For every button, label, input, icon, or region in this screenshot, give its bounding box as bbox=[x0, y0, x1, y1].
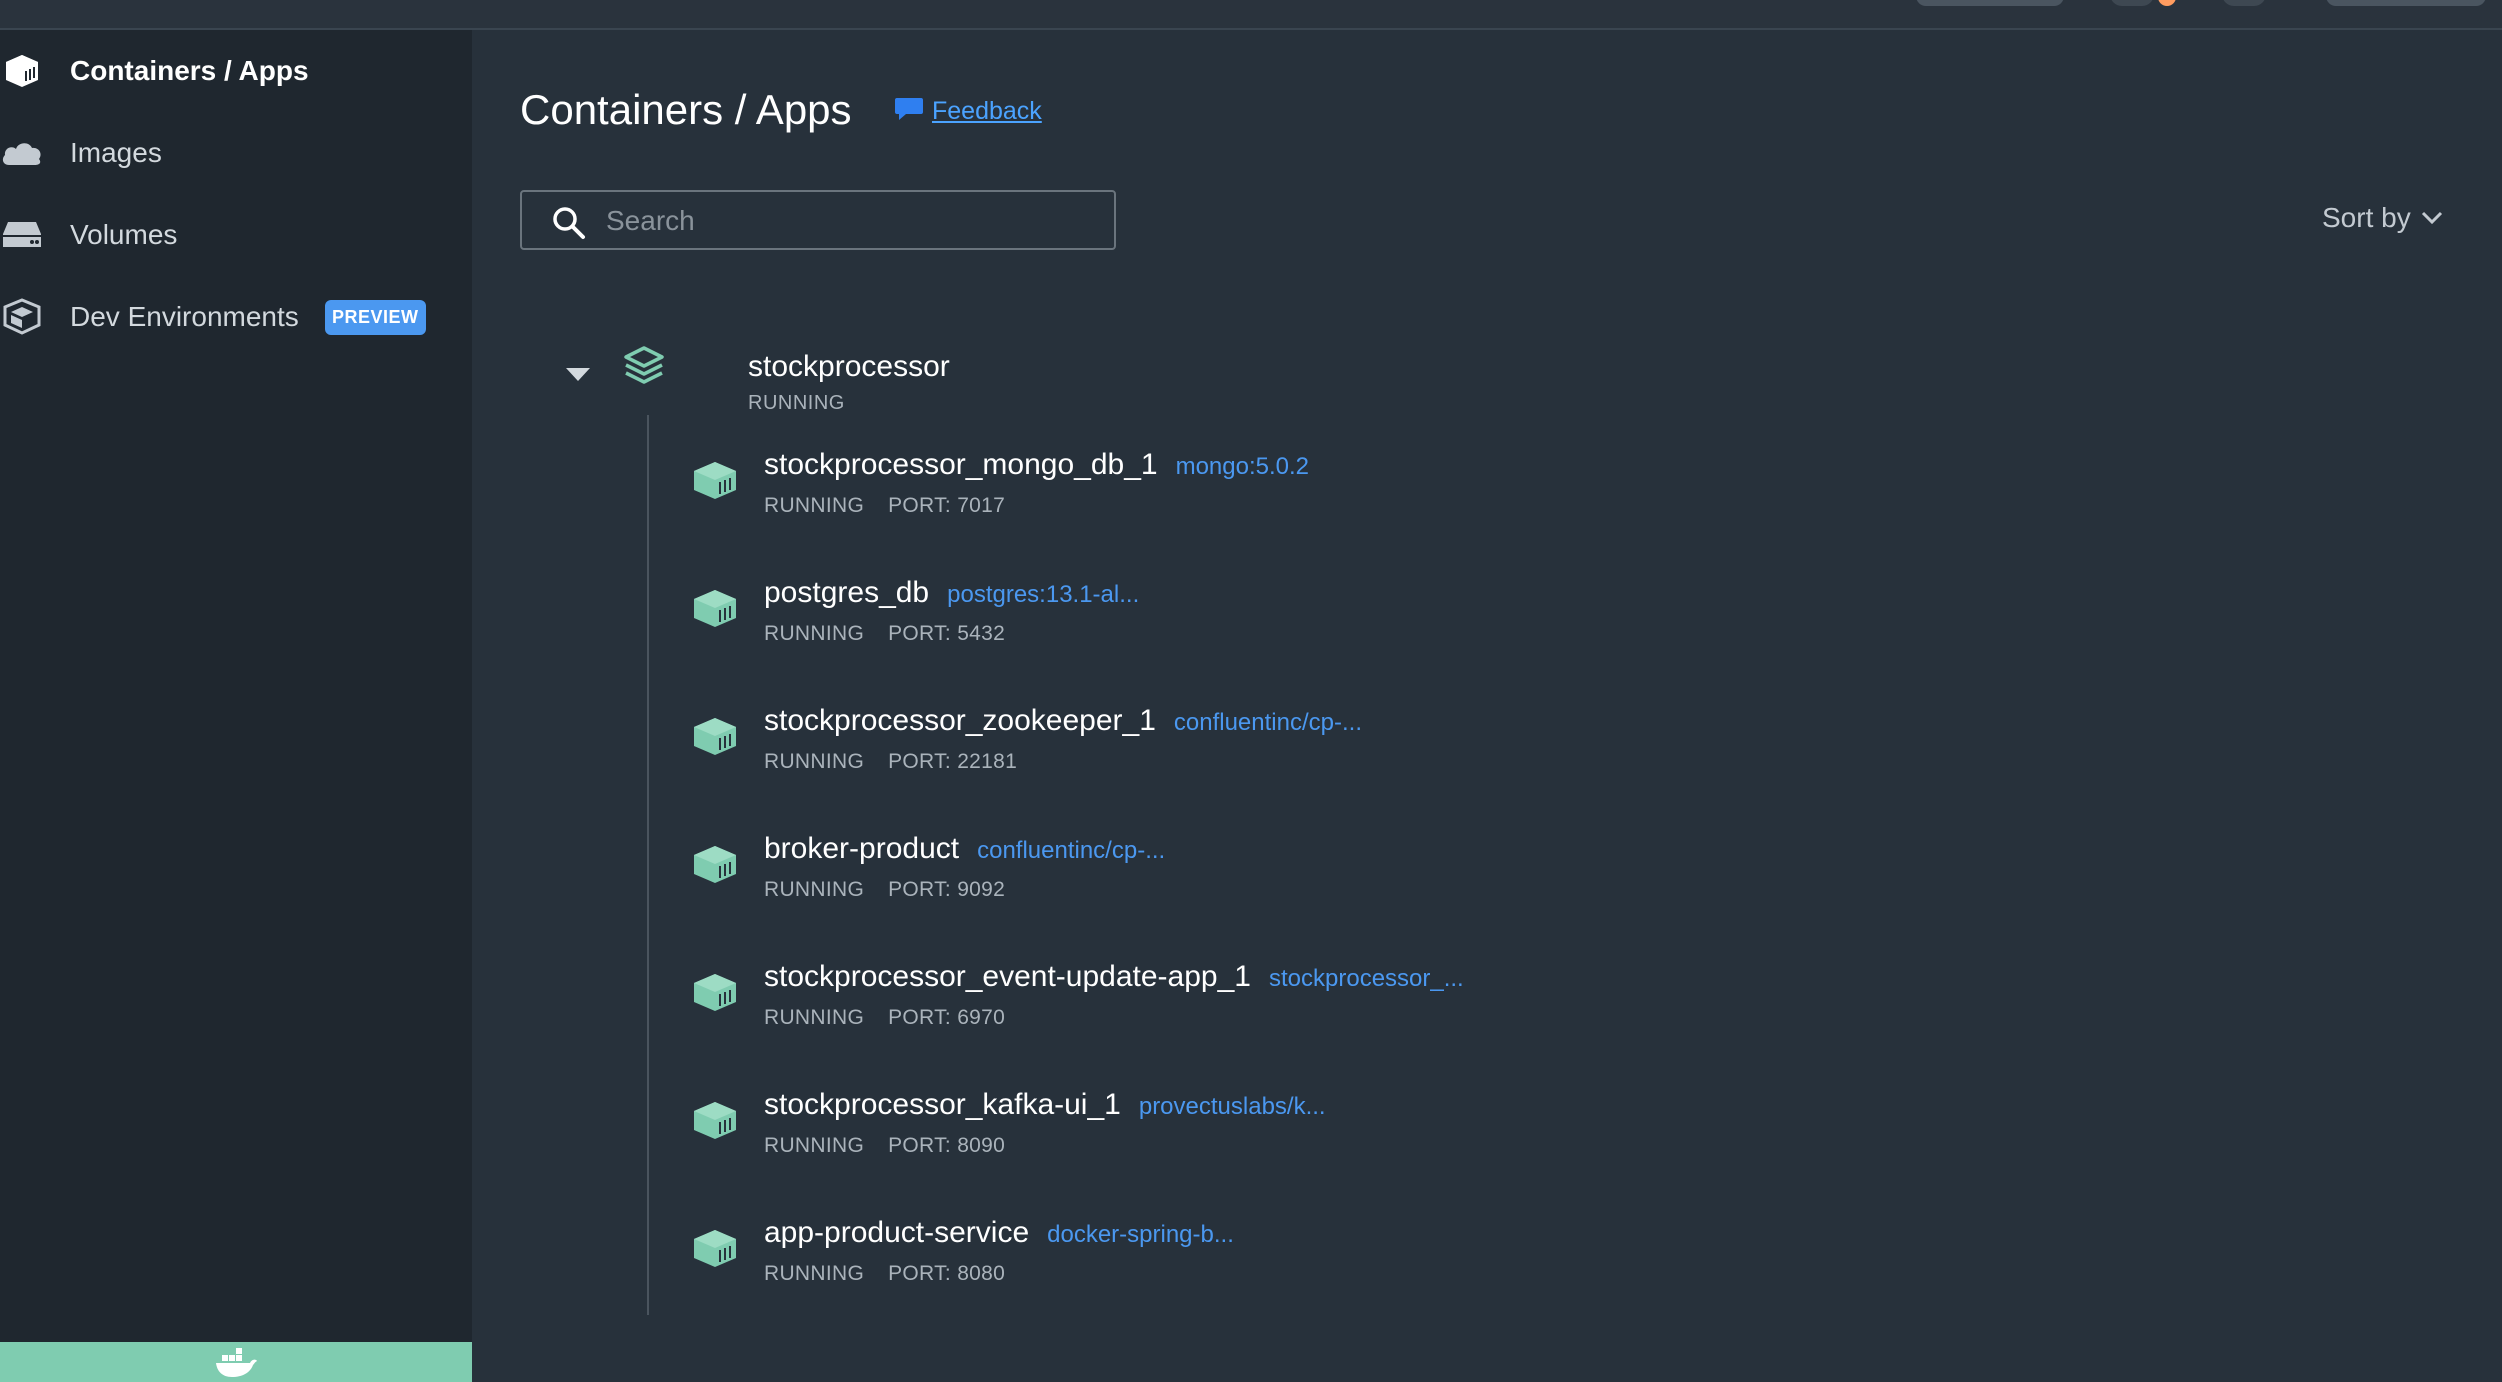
container-port: PORT: 8090 bbox=[888, 1134, 1006, 1157]
container-status: RUNNING bbox=[764, 494, 865, 517]
container-name: stockprocessor_mongo_db_1 bbox=[764, 448, 1158, 481]
container-icon bbox=[692, 716, 738, 761]
container-status: RUNNING bbox=[764, 1006, 865, 1029]
container-status: RUNNING bbox=[764, 750, 865, 773]
sort-by-dropdown[interactable]: Sort by bbox=[2322, 202, 2443, 234]
container-port: PORT: 5432 bbox=[888, 622, 1006, 645]
container-meta: RUNNING PORT: 8090 bbox=[764, 1134, 1005, 1158]
sidebar-item-label: Images bbox=[70, 137, 162, 168]
main-content: Containers / Apps Feedback Sort by bbox=[472, 30, 2502, 1352]
sidebar-footer bbox=[0, 1342, 472, 1382]
container-status: RUNNING bbox=[764, 1134, 865, 1157]
container-name: stockprocessor_event-update-app_1 bbox=[764, 960, 1251, 993]
app-group-status: RUNNING bbox=[748, 392, 845, 414]
container-name-line: postgres_db postgres:13.1-al... bbox=[764, 576, 1139, 610]
container-port: PORT: 7017 bbox=[888, 494, 1006, 517]
docker-whale-icon bbox=[214, 1347, 258, 1382]
container-name: stockprocessor_zookeeper_1 bbox=[764, 704, 1156, 737]
container-name-line: stockprocessor_kafka-ui_1 provectuslabs/k… bbox=[764, 1088, 1326, 1122]
container-meta: RUNNING PORT: 22181 bbox=[764, 750, 1017, 774]
search-input[interactable] bbox=[604, 200, 1108, 242]
container-icon bbox=[0, 49, 44, 93]
chevron-down-icon bbox=[2421, 211, 2443, 225]
container-meta: RUNNING PORT: 6970 bbox=[764, 1006, 1005, 1030]
container-icon bbox=[692, 1100, 738, 1145]
container-image-link[interactable]: mongo:5.0.2 bbox=[1176, 453, 1309, 480]
container-name-line: stockprocessor_event-update-app_1 stockpr… bbox=[764, 960, 1464, 994]
container-row[interactable]: stockprocessor_mongo_db_1 mongo:5.0.2 RUNN… bbox=[692, 448, 2392, 548]
search-icon bbox=[552, 206, 586, 245]
container-row[interactable]: broker-product confluentinc/cp-... RUNNING… bbox=[692, 832, 2392, 932]
container-row[interactable]: postgres_db postgres:13.1-al... RUNNING POR… bbox=[692, 576, 2392, 676]
container-image-link[interactable]: docker-spring-b... bbox=[1047, 1221, 1234, 1248]
volume-icon bbox=[0, 213, 44, 257]
container-image-link[interactable]: stockprocessor_... bbox=[1269, 965, 1464, 992]
container-status: RUNNING bbox=[764, 1262, 865, 1285]
sidebar-item-label: Volumes bbox=[70, 219, 178, 250]
container-image-link[interactable]: confluentinc/cp-... bbox=[977, 837, 1165, 864]
sidebar-item-images[interactable]: Images bbox=[0, 122, 472, 184]
sidebar-item-containers[interactable]: Containers / Apps bbox=[0, 40, 472, 102]
container-row[interactable]: stockprocessor_event-update-app_1 stockpr… bbox=[692, 960, 2392, 1060]
container-icon bbox=[692, 588, 738, 633]
tree-connector-line bbox=[647, 415, 649, 1315]
app-group-row[interactable]: stockprocessor RUNNING bbox=[520, 320, 2320, 414]
container-name-line: app-product-service docker-spring-b... bbox=[764, 1216, 1234, 1250]
container-meta: RUNNING PORT: 5432 bbox=[764, 622, 1005, 646]
container-meta: RUNNING PORT: 8080 bbox=[764, 1262, 1005, 1286]
page-title: Containers / Apps bbox=[520, 86, 852, 133]
container-row[interactable]: stockprocessor_zookeeper_1 confluentinc/c… bbox=[692, 704, 2392, 804]
container-meta: RUNNING PORT: 9092 bbox=[764, 878, 1005, 902]
preview-badge: PREVIEW bbox=[325, 299, 426, 335]
container-status: RUNNING bbox=[764, 878, 865, 901]
container-status: RUNNING bbox=[764, 622, 865, 645]
container-name: stockprocessor_kafka-ui_1 bbox=[764, 1088, 1121, 1121]
cloud-icon bbox=[0, 131, 44, 175]
sidebar-item-dev-environments[interactable]: Dev Environments PREVIEW bbox=[0, 286, 472, 348]
dev-environments-icon bbox=[0, 295, 44, 339]
sort-by-label: Sort by bbox=[2322, 202, 2411, 233]
container-image-link[interactable]: provectuslabs/k... bbox=[1139, 1093, 1326, 1120]
sidebar-item-label: Dev Environments bbox=[70, 301, 299, 332]
feedback-label[interactable]: Feedback bbox=[932, 97, 1042, 126]
container-port: PORT: 6970 bbox=[888, 1006, 1006, 1029]
container-row[interactable]: app-product-service docker-spring-b... RUN… bbox=[692, 1216, 2392, 1316]
stack-icon bbox=[622, 344, 666, 393]
app-group-name: stockprocessor bbox=[748, 350, 950, 383]
sidebar: Containers / Apps Images Volumes Dev Env… bbox=[0, 30, 472, 1382]
topbar-button[interactable] bbox=[1916, 0, 2064, 6]
container-name: broker-product bbox=[764, 832, 960, 865]
caret-down-icon[interactable] bbox=[566, 368, 590, 387]
container-port: PORT: 8080 bbox=[888, 1262, 1006, 1285]
container-icon bbox=[692, 972, 738, 1017]
feedback-link[interactable]: Feedback bbox=[894, 96, 1042, 127]
account-button[interactable] bbox=[2326, 0, 2486, 6]
container-name-line: stockprocessor_zookeeper_1 confluentinc/c… bbox=[764, 704, 1362, 738]
container-image-link[interactable]: confluentinc/cp-... bbox=[1174, 709, 1362, 736]
container-name: app-product-service bbox=[764, 1216, 1030, 1249]
container-name-line: broker-product confluentinc/cp-... bbox=[764, 832, 1165, 866]
container-name-line: stockprocessor_mongo_db_1 mongo:5.0.2 bbox=[764, 448, 1309, 482]
top-bar bbox=[0, 0, 2502, 30]
container-icon bbox=[692, 460, 738, 505]
settings-icon[interactable] bbox=[2222, 0, 2266, 6]
container-image-link[interactable]: postgres:13.1-al... bbox=[947, 581, 1139, 608]
container-icon bbox=[692, 1228, 738, 1273]
notification-badge bbox=[2158, 0, 2176, 6]
sidebar-item-volumes[interactable]: Volumes bbox=[0, 204, 472, 266]
sidebar-item-label: Containers / Apps bbox=[70, 55, 309, 86]
container-port: PORT: 9092 bbox=[888, 878, 1006, 901]
container-icon bbox=[692, 844, 738, 889]
chat-bubble-icon bbox=[894, 96, 924, 127]
notification-icon[interactable] bbox=[2110, 0, 2154, 6]
search-box[interactable] bbox=[520, 190, 1116, 250]
container-meta: RUNNING PORT: 7017 bbox=[764, 494, 1005, 518]
container-name: postgres_db bbox=[764, 576, 930, 609]
container-row[interactable]: stockprocessor_kafka-ui_1 provectuslabs/k… bbox=[692, 1088, 2392, 1188]
container-port: PORT: 22181 bbox=[888, 750, 1018, 773]
